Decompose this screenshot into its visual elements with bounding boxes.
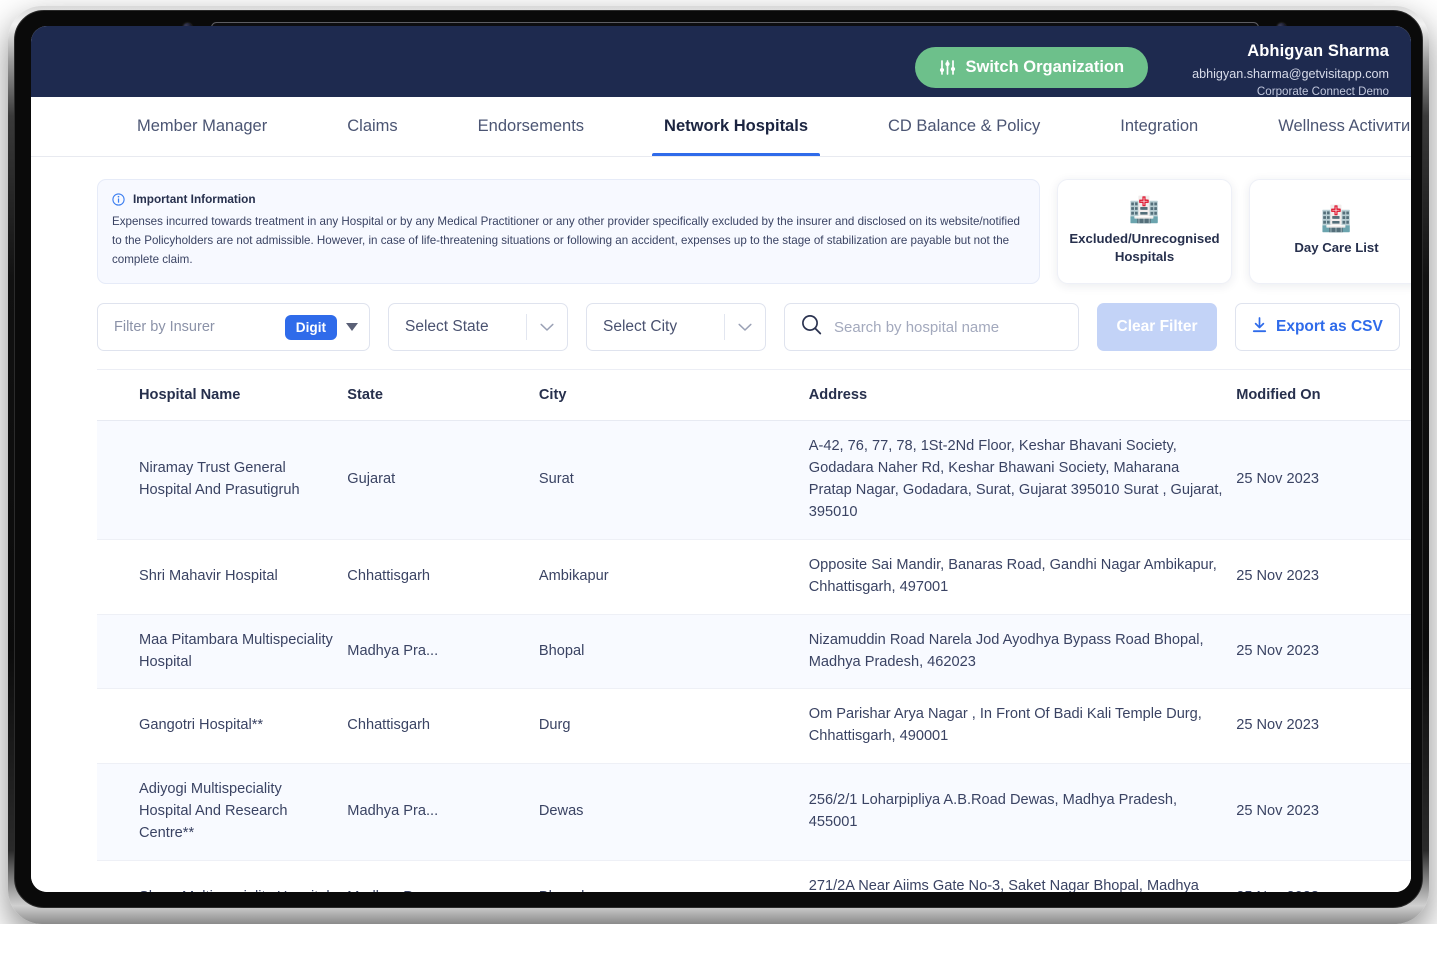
info-circle-icon [112,192,125,206]
table-body: Niramay Trust General Hospital And Prasu… [97,420,1411,892]
select-city-dropdown[interactable]: Select City [586,303,766,352]
chevron-down-icon [738,323,752,332]
switch-organization-label: Switch Organization [965,58,1125,76]
cell-address: Opposite Sai Mandir, Banaras Road, Gandh… [808,539,1237,615]
cell-hospital-name: Shree Multispeciality Hospital [97,860,348,892]
day-care-list-label: Day Care List [1294,239,1379,255]
table-row[interactable]: Maa Pitambara Multispeciality Hospital M… [97,614,1411,690]
cell-modified-on: 25 Nov 2023 [1236,763,1411,861]
filter-by-insurer-label: Filter by Insurer [114,319,215,336]
cell-modified-on: 25 Nov 2023 [1236,539,1411,615]
cell-city: Bhopal [538,614,809,690]
cell-state: Madhya Pra... [347,763,539,861]
export-as-csv-label: Export as CSV [1276,318,1383,336]
tab-endorsements[interactable]: Endorsements [438,97,624,156]
network-hospitals-table-container: Hospital Name State City Address Modifie… [97,369,1411,892]
app-header: Switch Organization Abhigyan Sharma abhi… [31,26,1411,100]
frame-bottom-edge [0,924,1437,960]
select-state-dropdown[interactable]: Select State [388,303,568,352]
cell-modified-on: 25 Nov 2023 [1236,860,1411,892]
cell-city: Ambikapur [538,539,809,615]
tab-integration[interactable]: Integration [1080,97,1238,156]
cell-modified-on: 25 Nov 2023 [1236,420,1411,540]
tab-wellness-activity[interactable]: Wellness Activити [1238,97,1411,156]
table-row[interactable]: Adiyogi Multispeciality Hospital And Res… [97,763,1411,861]
excluded-unrecognised-hospitals-card[interactable]: 🏥 Excluded/Unrecognised Hospitals [1057,179,1232,285]
select-state-caret[interactable] [527,323,567,332]
cell-address: 271/2A Near Aiims Gate No-3, Saket Nagar… [808,860,1237,892]
day-care-list-card[interactable]: 🏥 Day Care List [1249,179,1411,285]
important-information-title: Important Information [133,192,256,206]
table-row[interactable]: Shree Multispeciality Hospital Madhya Pr… [97,860,1411,892]
user-name: Abhigyan Sharma [1247,42,1389,60]
info-and-quicklinks-row: Important Information Expenses incurred … [31,179,1411,285]
table-header: Hospital Name State City Address Modifie… [97,370,1411,422]
column-header-modified-on[interactable]: Modified On [1236,370,1411,422]
cell-city: Durg [538,688,809,765]
screen-viewport: Switch Organization Abhigyan Sharma abhi… [31,26,1411,892]
cell-modified-on: 25 Nov 2023 [1236,614,1411,690]
cell-address: Om Parishar Arya Nagar , In Front Of Bad… [808,688,1237,765]
cell-state: Madhya Pra... [347,614,539,690]
clear-filter-button[interactable]: Clear Filter [1097,303,1217,352]
column-header-state[interactable]: State [347,370,539,422]
cell-address: Nizamuddin Road Narela Jod Ayodhya Bypas… [808,614,1237,690]
cell-state: Gujarat [347,420,539,540]
export-as-csv-button[interactable]: Export as CSV [1235,303,1400,352]
cell-state: Chhattisgarh [347,539,539,615]
cell-address: A-42, 76, 77, 78, 1St-2Nd Floor, Keshar … [808,420,1237,540]
cell-city: Dewas [538,763,809,861]
column-header-city[interactable]: City [538,370,809,422]
filter-by-insurer-dropdown[interactable]: Filter by Insurer Digit [97,303,370,352]
cell-city: Bhopal [538,860,809,892]
table-row[interactable]: Gangotri Hospital** Chhattisgarh Durg Om… [97,688,1411,765]
tab-network-hospitals[interactable]: Network Hospitals [624,97,848,156]
tab-cd-balance-policy[interactable]: CD Balance & Policy [848,97,1080,156]
hospital-icon: 🏥 [1320,204,1353,233]
tab-claims[interactable]: Claims [307,97,437,156]
table-header-row: Hospital Name State City Address Modifie… [97,370,1411,422]
chevron-down-icon [346,323,358,332]
sliders-icon [939,59,956,76]
switch-organization-button[interactable]: Switch Organization [915,47,1149,88]
column-header-address[interactable]: Address [808,370,1237,422]
user-email: abhigyan.sharma@getvisitapp.com [1192,66,1389,81]
important-information-body: Expenses incurred towards treatment in a… [112,215,1020,266]
search-icon [801,314,822,340]
device-frame: Switch Organization Abhigyan Sharma abhi… [0,0,1437,960]
cell-address: 256/2/1 Loharpipliya A.B.Road Dewas, Mad… [808,763,1237,861]
insurer-selected-chip[interactable]: Digit [284,314,337,340]
tab-member-manager[interactable]: Member Manager [97,97,307,156]
select-city-label: Select City [603,318,678,336]
column-header-hospital-name[interactable]: Hospital Name [97,370,348,422]
cell-modified-on: 25 Nov 2023 [1236,688,1411,765]
cell-state: Madhya Pra... [347,860,539,892]
cell-hospital-name: Gangotri Hospital** [97,688,348,765]
cell-hospital-name: Niramay Trust General Hospital And Prasu… [97,420,348,540]
cell-city: Surat [538,420,809,540]
search-field-container[interactable] [784,303,1079,352]
quick-link-cards: 🏥 Excluded/Unrecognised Hospitals 🏥 Day … [1057,179,1411,285]
page-body: Important Information Expenses incurred … [31,157,1411,892]
cell-hospital-name: Maa Pitambara Multispeciality Hospital [97,614,348,690]
hospital-icon: 🏥 [1128,196,1161,225]
cell-state: Chhattisgarh [347,688,539,765]
cell-hospital-name: Shri Mahavir Hospital [97,539,348,615]
chevron-down-icon [540,323,554,332]
table-row[interactable]: Niramay Trust General Hospital And Prasu… [97,420,1411,540]
excluded-unrecognised-hospitals-label: Excluded/Unrecognised Hospitals [1069,231,1220,264]
network-hospitals-table: Hospital Name State City Address Modifie… [97,370,1411,892]
select-city-caret[interactable] [725,323,765,332]
cell-hospital-name: Adiyogi Multispeciality Hospital And Res… [97,763,348,861]
main-navigation-tabs: Member Manager Claims Endorsements Netwo… [31,97,1411,157]
download-icon [1252,316,1267,338]
user-info[interactable]: Abhigyan Sharma abhigyan.sharma@getvisit… [1192,35,1389,100]
search-input[interactable] [834,318,1062,336]
important-information-title-row: Important Information [112,192,1023,206]
important-information-box: Important Information Expenses incurred … [97,179,1040,285]
select-state-label: Select State [405,318,489,336]
filter-toolbar: Filter by Insurer Digit Select State Sel… [31,284,1411,352]
table-row[interactable]: Shri Mahavir Hospital Chhattisgarh Ambik… [97,539,1411,615]
